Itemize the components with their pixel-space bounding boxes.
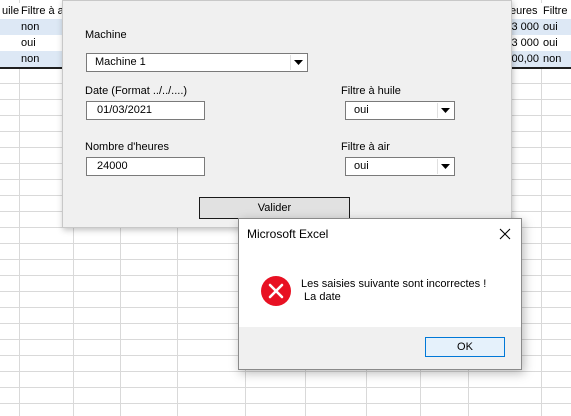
table-cell[interactable]: non <box>541 51 571 67</box>
error-icon <box>260 275 292 307</box>
chevron-down-icon[interactable] <box>290 55 306 70</box>
table-cell[interactable]: oui <box>541 35 571 51</box>
date-input[interactable]: 01/03/2021 <box>86 101 205 120</box>
error-message-text: Les saisies suivante sont incorrectes ! … <box>301 278 487 303</box>
ok-button[interactable]: OK <box>425 337 505 357</box>
message-box-footer: OK <box>239 327 521 369</box>
oil-filter-select[interactable]: oui <box>345 101 455 120</box>
machine-label: Machine <box>85 29 127 41</box>
chevron-down-icon[interactable] <box>437 159 453 174</box>
oil-filter-select-value: oui <box>354 104 369 116</box>
hours-input[interactable]: 24000 <box>86 157 205 176</box>
chevron-down-icon[interactable] <box>437 103 453 118</box>
date-label: Date (Format ../../....) <box>85 85 188 97</box>
air-filter-label: Filtre à air <box>341 141 390 153</box>
air-filter-select-value: oui <box>354 160 369 172</box>
close-icon[interactable] <box>498 227 512 241</box>
hours-label: Nombre d'heures <box>85 141 170 153</box>
error-message-box: Microsoft Excel Les saisies suivante son… <box>238 218 522 370</box>
userform-dialog: Machine Machine 1 Date (Format ../../...… <box>62 0 512 228</box>
oil-filter-label: Filtre à huile <box>341 85 401 97</box>
air-filter-select[interactable]: oui <box>345 157 455 176</box>
header-cell[interactable]: Filtre <box>541 3 571 19</box>
validate-button[interactable]: Valider <box>199 197 350 219</box>
header-cell[interactable]: eures <box>508 3 541 19</box>
message-box-title: Microsoft Excel <box>247 227 329 241</box>
header-cell[interactable]: uile <box>0 3 19 19</box>
machine-select-value: Machine 1 <box>95 56 146 68</box>
machine-select[interactable]: Machine 1 <box>86 53 308 72</box>
table-cell[interactable]: oui <box>541 19 571 35</box>
